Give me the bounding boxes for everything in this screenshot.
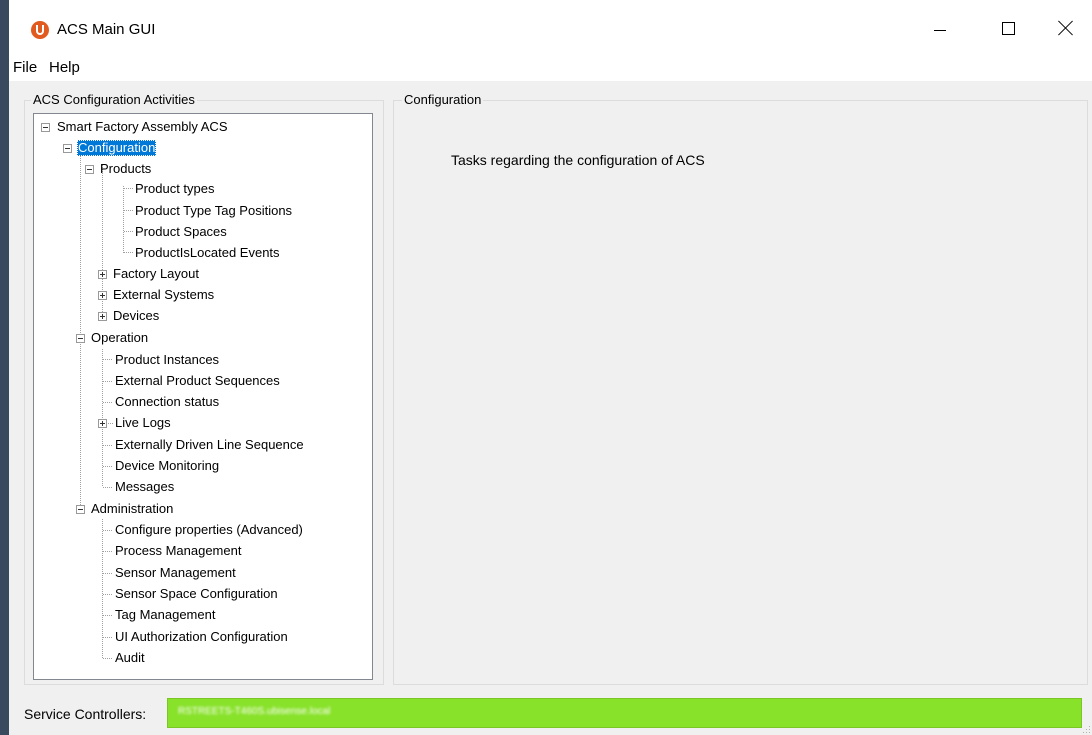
configuration-group-title: Configuration — [402, 92, 484, 107]
tree-node-tag-management[interactable]: Tag Management — [114, 607, 216, 623]
collapse-icon[interactable] — [76, 505, 85, 514]
service-controllers-label: Service Controllers: — [24, 706, 147, 722]
window-left-edge — [0, 0, 9, 735]
menu-bar: File Help — [9, 53, 1092, 81]
tree-node-product-types[interactable]: Product types — [134, 181, 216, 197]
tree-node-configuration[interactable]: Configuration — [77, 140, 157, 156]
tree-node-ui-authorization-configuration[interactable]: UI Authorization Configuration — [114, 629, 289, 645]
collapse-icon[interactable] — [85, 165, 94, 174]
tree-node-root[interactable]: Smart Factory Assembly ACS — [56, 119, 229, 135]
tree-node-device-monitoring[interactable]: Device Monitoring — [114, 458, 220, 474]
expand-icon[interactable] — [98, 291, 107, 300]
collapse-icon[interactable] — [63, 144, 72, 153]
resize-grip-icon[interactable] — [1081, 724, 1091, 734]
tree-node-connection-status[interactable]: Connection status — [114, 394, 220, 410]
configuration-group: Configuration — [393, 92, 1088, 685]
tree-node-productislocated-events[interactable]: ProductIsLocated Events — [134, 245, 281, 261]
tree-node-administration[interactable]: Administration — [90, 501, 174, 517]
title-bar[interactable]: ACS Main GUI — [9, 0, 1092, 53]
collapse-icon[interactable] — [76, 334, 85, 343]
tree-node-product-type-tag-positions[interactable]: Product Type Tag Positions — [134, 203, 293, 219]
tree-node-messages[interactable]: Messages — [114, 479, 175, 495]
acs-main-window: ACS Main GUI File Help ACS Configuration… — [9, 0, 1092, 735]
expand-icon[interactable] — [98, 270, 107, 279]
service-controllers-field[interactable]: RSTREETS-T460S.ubisense.local — [167, 698, 1082, 728]
tree-node-product-instances[interactable]: Product Instances — [114, 352, 220, 368]
tree-node-process-management[interactable]: Process Management — [114, 543, 242, 559]
service-controllers-value: RSTREETS-T460S.ubisense.local — [178, 706, 331, 717]
activities-tree[interactable]: Smart Factory Assembly ACS Configuration… — [33, 113, 373, 680]
app-logo-icon — [31, 21, 49, 39]
configuration-description: Tasks regarding the configuration of ACS — [451, 152, 705, 168]
configuration-activities-title: ACS Configuration Activities — [31, 92, 197, 107]
tree-node-live-logs[interactable]: Live Logs — [114, 415, 172, 431]
maximize-icon — [1001, 21, 1015, 35]
tree-node-factory-layout[interactable]: Factory Layout — [112, 266, 200, 282]
tree-node-external-systems[interactable]: External Systems — [112, 287, 215, 303]
minimize-button[interactable] — [917, 10, 963, 46]
menu-help[interactable]: Help — [49, 59, 80, 76]
collapse-icon[interactable] — [41, 123, 50, 132]
expand-icon[interactable] — [98, 419, 107, 428]
maximize-button[interactable] — [985, 10, 1031, 46]
status-bar: Service Controllers: RSTREETS-T460S.ubis… — [9, 694, 1092, 735]
menu-file[interactable]: File — [13, 59, 37, 76]
tree-node-externally-driven-line-sequence[interactable]: Externally Driven Line Sequence — [114, 437, 305, 453]
close-button[interactable] — [1043, 10, 1089, 46]
tree-node-sensor-space-configuration[interactable]: Sensor Space Configuration — [114, 586, 279, 602]
tree-node-configure-properties[interactable]: Configure properties (Advanced) — [114, 522, 304, 538]
tree-node-sensor-management[interactable]: Sensor Management — [114, 565, 237, 581]
tree-node-devices[interactable]: Devices — [112, 308, 160, 324]
expand-icon[interactable] — [98, 312, 107, 321]
tree-node-operation[interactable]: Operation — [90, 330, 149, 346]
window-title: ACS Main GUI — [57, 21, 156, 38]
close-icon — [1058, 20, 1074, 36]
tree-node-external-product-sequences[interactable]: External Product Sequences — [114, 373, 281, 389]
tree-node-products[interactable]: Products — [99, 161, 152, 177]
minimize-icon — [934, 29, 946, 31]
tree-node-product-spaces[interactable]: Product Spaces — [134, 224, 228, 240]
tree-node-audit[interactable]: Audit — [114, 650, 146, 666]
